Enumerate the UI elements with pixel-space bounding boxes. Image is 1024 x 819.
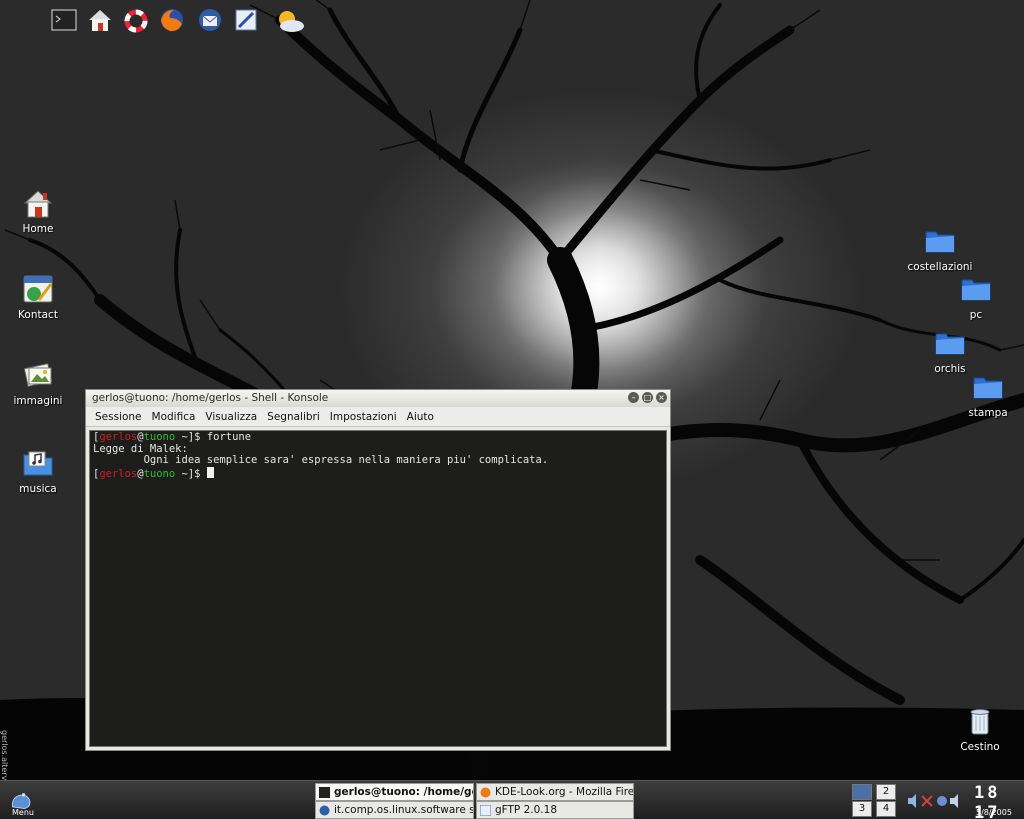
task-label: it.comp.os.linux.software su (334, 804, 474, 816)
help-lifebuoy-icon[interactable] (122, 6, 150, 34)
folder-blue-icon (935, 333, 965, 355)
desktop-icon-label: immagini (13, 395, 63, 407)
desktop-icon-label: stampa (968, 407, 1008, 419)
network-icon (921, 795, 933, 807)
desktop-icon-label: Kontact (18, 309, 58, 321)
pager-desktop-4[interactable]: 4 (876, 801, 896, 817)
kmenu-button[interactable]: Menu (4, 786, 38, 819)
system-tray[interactable] (906, 792, 964, 810)
terminal-line: [gerlos@tuono ~]$ (93, 466, 663, 481)
volume-icon (908, 794, 916, 808)
music-folder-icon (23, 451, 53, 476)
prompt-path: ~ (181, 467, 188, 480)
prompt-user: gerlos (99, 467, 138, 480)
task-gftp[interactable]: gFTP 2.0.18 (476, 801, 634, 819)
thunderbird-launcher-icon[interactable] (196, 6, 224, 34)
task-label: KDE-Look.org - Mozilla Firefox (495, 786, 634, 798)
pager-desktop-3[interactable]: 3 (852, 801, 872, 817)
menubar: Sessione Modifica Visualizza Segnalibri … (86, 407, 670, 427)
terminal-line: Ogni idea semplice sara' espressa nella … (93, 454, 549, 467)
window-titlebar[interactable]: gerlos@tuono: /home/gerlos - Shell - Kon… (86, 390, 670, 407)
task-thunderbird[interactable]: it.comp.os.linux.software su (315, 801, 474, 819)
home-launcher-icon[interactable] (86, 6, 114, 34)
folder-blue-icon (961, 279, 991, 301)
desktop-icon-label: pc (969, 309, 983, 321)
prompt-host: tuono (143, 467, 176, 480)
folder-blue-icon (925, 231, 955, 253)
window-title: gerlos@tuono: /home/gerlos - Shell - Kon… (92, 392, 329, 404)
desktop-icon-label: musica (19, 483, 57, 495)
desktop-icon-label: Home (22, 223, 54, 235)
gftp-launcher-icon[interactable] (232, 6, 260, 34)
maximize-button[interactable]: □ (642, 392, 653, 403)
prompt-host: tuono (143, 431, 176, 443)
prompt-path: ~ (181, 431, 188, 443)
terminal-command: fortune (206, 431, 252, 443)
desktop-icon-kontact[interactable]: Kontact (0, 272, 76, 321)
task-firefox[interactable]: KDE-Look.org - Mozilla Firefox (476, 783, 634, 801)
folder-blue-icon (973, 377, 1003, 399)
desktop-icon-trash[interactable]: Cestino (942, 704, 1018, 753)
menu-modifica[interactable]: Modifica (147, 411, 201, 423)
desktop-icon-home[interactable]: Home (0, 186, 76, 235)
desktop-icon-immagini[interactable]: immagini (0, 358, 76, 407)
konsole-icon (319, 787, 330, 798)
prompt-user: gerlos (99, 431, 138, 443)
terminal-cursor (206, 466, 214, 478)
desktop-icon-stampa[interactable]: stampa (950, 370, 1024, 419)
gftp-icon (480, 805, 491, 816)
close-button[interactable]: × (656, 392, 667, 403)
firefox-icon (480, 787, 491, 798)
firefox-launcher-icon[interactable] (158, 6, 186, 34)
desktop-icon-orchis[interactable]: orchis (912, 326, 988, 375)
task-label: gerlos@tuono: /home/gerlos (334, 786, 473, 798)
kontact-icon (23, 275, 53, 303)
desktop-icon-pc[interactable]: pc (938, 272, 1014, 321)
menu-impostazioni[interactable]: Impostazioni (325, 411, 402, 423)
desktop-pager: 2 3 4 (852, 784, 900, 818)
pager-desktop-2[interactable]: 2 (876, 784, 896, 800)
terminal-area[interactable]: [gerlos@tuono ~]$ fortune Legge di Malek:… (89, 430, 667, 747)
konsole-window[interactable]: gerlos@tuono: /home/gerlos - Shell - Kon… (85, 389, 671, 751)
desktop-icon-costellazioni[interactable]: costellazioni (902, 224, 978, 273)
menu-aiuto[interactable]: Aiuto (402, 411, 439, 423)
thunderbird-icon (319, 805, 330, 816)
menu-segnalibri[interactable]: Segnalibri (262, 411, 325, 423)
images-icon (23, 363, 53, 387)
terminal-line: [gerlos@tuono ~]$ fortune (93, 431, 252, 443)
task-label: gFTP 2.0.18 (495, 804, 558, 816)
trash-icon (970, 709, 990, 735)
task-konsole[interactable]: gerlos@tuono: /home/gerlos (315, 783, 474, 801)
klipper-icon (937, 796, 947, 806)
menu-sessione[interactable]: Sessione (90, 411, 147, 423)
minimize-button[interactable]: – (628, 392, 639, 403)
clock-date: 5/8/2005 (976, 808, 1012, 817)
menu-visualizza[interactable]: Visualizza (200, 411, 262, 423)
pager-desktop-1[interactable] (852, 784, 872, 800)
konsole-launcher-icon[interactable] (50, 6, 78, 34)
home-folder-icon (23, 190, 53, 218)
weather-icon[interactable] (272, 6, 306, 34)
desktop-icon-label: Cestino (960, 741, 1000, 753)
desktop-icon-musica[interactable]: musica (0, 446, 76, 495)
kmenu-label: Menu (12, 808, 34, 817)
speaker-icon (950, 794, 958, 808)
